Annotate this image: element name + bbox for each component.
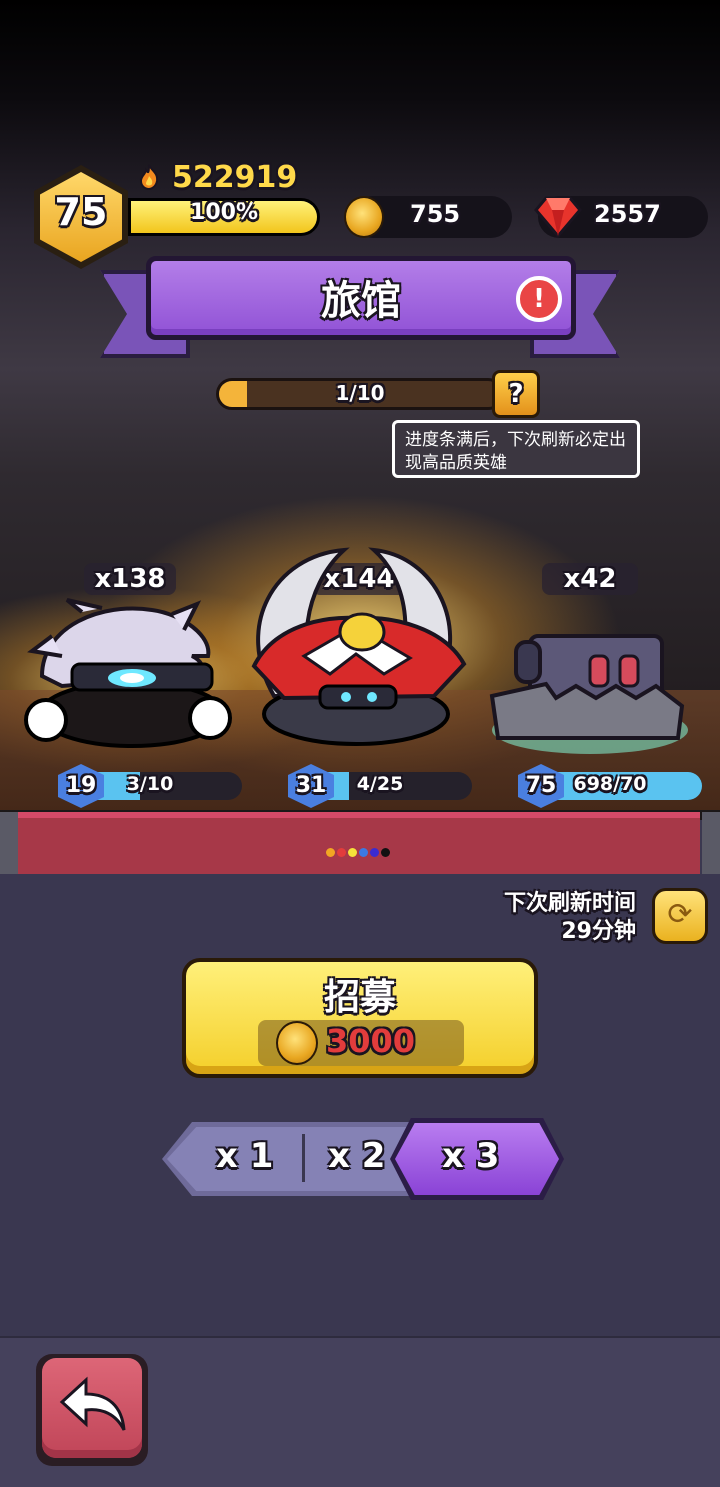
coin-value: 755 xyxy=(410,200,461,228)
page-dot xyxy=(337,848,346,857)
page-dot xyxy=(370,848,379,857)
refresh-button[interactable]: ⟳ xyxy=(652,888,708,944)
refresh-label: 下次刷新时间 xyxy=(503,891,636,916)
progress-text: 1/10 xyxy=(335,381,385,405)
page-indicator xyxy=(326,842,392,857)
recruit-label: 招募 xyxy=(323,977,396,1018)
gem-value: 2557 xyxy=(594,200,661,228)
xp-percent: 100% xyxy=(190,200,258,225)
tooltip: 进度条满后，下次刷新必定出现高品质英雄 xyxy=(392,420,640,478)
page-dot xyxy=(359,848,368,857)
alert-icon[interactable]: ! xyxy=(516,276,562,322)
page-dot xyxy=(348,848,357,857)
fire-icon xyxy=(139,164,159,190)
hero-shards: 698/70 xyxy=(573,773,647,795)
hero-robot-block[interactable] xyxy=(486,626,692,758)
back-arrow-icon xyxy=(59,1376,126,1431)
player-level: 75 xyxy=(54,190,108,234)
recruit-cost-value: 3000 xyxy=(326,1022,416,1060)
hero-count: x138 xyxy=(84,563,176,595)
page-dot xyxy=(326,848,335,857)
hero-red-samurai[interactable] xyxy=(234,546,474,750)
hero-level-bar: 19 3/10 xyxy=(58,764,242,808)
shelf-edge-left xyxy=(0,812,18,874)
refresh-info: 下次刷新时间 29分钟 xyxy=(504,890,636,946)
coin-icon xyxy=(344,196,384,238)
hero-level-bar: 75 698/70 xyxy=(518,764,702,808)
multiplier-selector: x 1 x 2 x 3 xyxy=(162,1118,564,1200)
power-value: 522919 xyxy=(172,160,298,195)
shelf-edge-right xyxy=(702,812,720,874)
coin-icon xyxy=(276,1021,318,1065)
hero-shards: 4/25 xyxy=(356,773,404,795)
page-dot xyxy=(381,848,390,857)
hero-silver-ninja[interactable] xyxy=(22,596,232,748)
hero-count: x42 xyxy=(542,563,638,595)
multiplier-divider xyxy=(302,1134,305,1182)
hero-shards: 3/10 xyxy=(126,773,174,795)
page-title: 旅馆 xyxy=(321,278,401,324)
refresh-time: 29分钟 xyxy=(561,919,636,944)
multiplier-x3[interactable]: x 3 xyxy=(442,1136,499,1176)
hero-level-bar: 31 4/25 xyxy=(288,764,472,808)
gem-icon xyxy=(534,196,582,239)
multiplier-x1[interactable]: x 1 xyxy=(216,1136,273,1176)
help-question-button[interactable]: ? xyxy=(492,370,540,418)
multiplier-x2[interactable]: x 2 xyxy=(328,1136,385,1176)
